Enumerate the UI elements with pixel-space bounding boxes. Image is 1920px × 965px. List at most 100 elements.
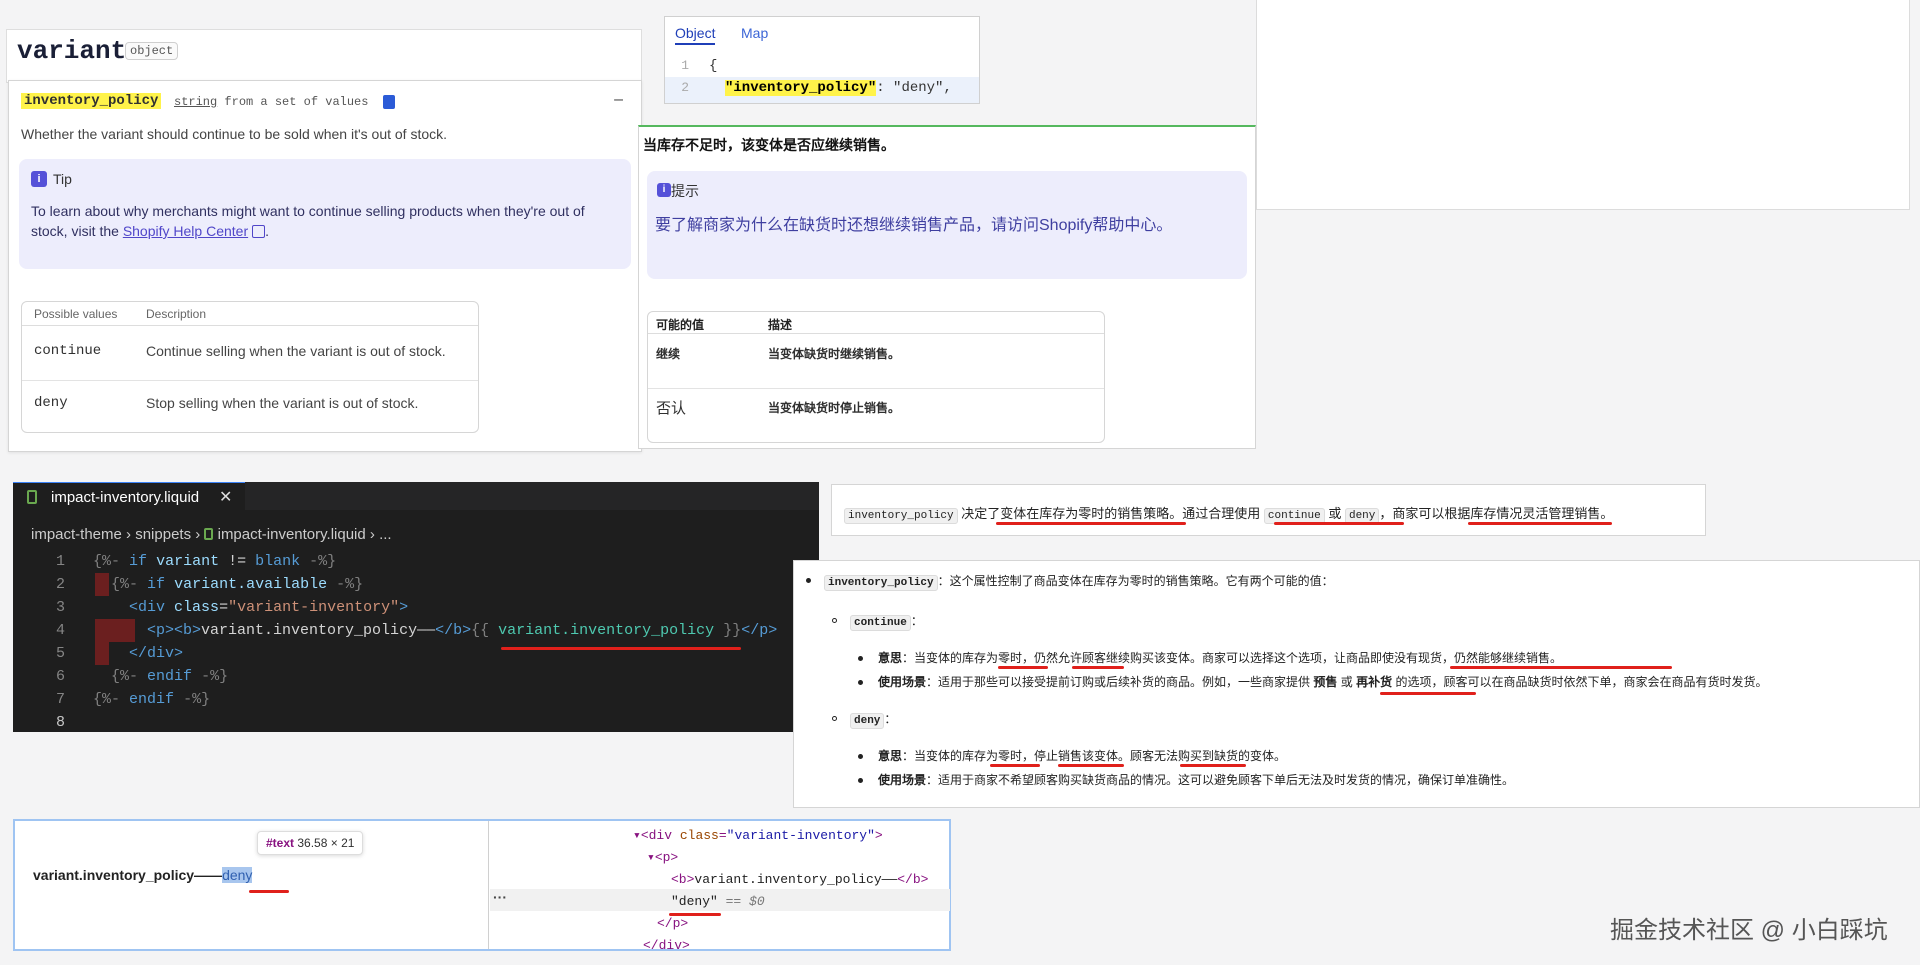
tab-map[interactable]: Map bbox=[741, 25, 768, 41]
line-gutter: 1 2 bbox=[665, 55, 695, 105]
property-type: string from a set of values bbox=[174, 95, 368, 109]
annotation-underline bbox=[1450, 666, 1672, 669]
explain-text: 的选项，顾客可以在商品缺货时依然下单，商家会在商品有货时发货。 bbox=[1395, 675, 1768, 689]
code-chip: inventory_policy bbox=[844, 508, 958, 524]
type-rest: from a set of values bbox=[224, 95, 369, 109]
json-line: "inventory_policy": "deny", bbox=[709, 77, 952, 99]
summary-strip: inventory_policy 决定了变体在库存为零时的销售策略。通过合理使用… bbox=[831, 484, 1706, 536]
object-title: variant bbox=[17, 36, 127, 66]
annotation-underline bbox=[1180, 764, 1246, 767]
explain-text: ：适用于商家不希望顾客购买缺货商品的情况。这可以避免顾客下单后无法及时发货的情况… bbox=[926, 773, 1515, 787]
docs-header: variant object bbox=[6, 29, 642, 83]
dom-node: ▾<p> bbox=[647, 850, 679, 865]
json-preview: Object Map 1 2 { "inventory_policy": "de… bbox=[664, 16, 980, 104]
code-line: <div class="variant-inventory"> bbox=[129, 599, 409, 616]
table-header: Possible values Description bbox=[22, 302, 478, 326]
property-name: inventory_policy bbox=[21, 93, 162, 109]
code-lines[interactable]: {%- if variant != blank -%} {%- if varia… bbox=[93, 550, 777, 734]
editor-tabbar: impact-inventory.liquid ✕ bbox=[13, 482, 819, 510]
copy-icon[interactable] bbox=[383, 95, 395, 109]
annotation-underline bbox=[990, 764, 1040, 767]
line-number: 4 bbox=[55, 622, 65, 639]
table-row: continue Continue selling when the varia… bbox=[22, 327, 478, 381]
sub-bullet bbox=[832, 716, 837, 721]
breadcrumb-item[interactable]: impact-theme bbox=[31, 526, 122, 543]
liquid-file-icon bbox=[204, 528, 214, 540]
info-icon: i bbox=[31, 171, 47, 187]
breadcrumb-item[interactable]: snippets bbox=[135, 526, 191, 543]
json-code: { "inventory_policy": "deny", bbox=[709, 55, 952, 99]
emphasis: 再补货 bbox=[1356, 675, 1393, 689]
translated-card: 当库存不足时，该变体是否应继续销售。 i 提示 要了解商家为什么在缺货时还想继续… bbox=[638, 125, 1256, 449]
option-heading: continue： bbox=[850, 612, 923, 631]
code-chip: inventory_policy bbox=[824, 575, 938, 591]
type-link[interactable]: string bbox=[174, 95, 217, 109]
bullet bbox=[858, 778, 863, 783]
collapse-button[interactable]: – bbox=[614, 91, 623, 109]
usage-label: 使用场景 bbox=[878, 675, 927, 689]
node-tooltip: #text 36.58 × 21 bbox=[257, 831, 364, 855]
close-icon[interactable]: ✕ bbox=[219, 487, 232, 507]
colon: ： bbox=[910, 614, 923, 628]
explain-text: ：当变体的库存为零时，停止销售该变体。顾客无法购买到缺货的变体。 bbox=[902, 749, 1287, 763]
rendered-value[interactable]: deny bbox=[222, 867, 253, 883]
rendered-prefix: variant.inventory_policy—— bbox=[33, 867, 223, 883]
tip-callout: i Tip To learn about why merchants might… bbox=[19, 159, 631, 269]
values-table: Possible values Description continue Con… bbox=[21, 301, 479, 433]
breadcrumb-item[interactable]: ... bbox=[379, 526, 392, 543]
annotation-underline bbox=[1380, 692, 1476, 695]
external-link-icon[interactable] bbox=[252, 225, 266, 238]
code-line: {%- endif -%} bbox=[93, 691, 211, 708]
summary-or: 或 bbox=[1328, 506, 1342, 521]
description-cell: 当变体缺货时继续销售。 bbox=[768, 347, 901, 361]
annotation-underline bbox=[1072, 666, 1124, 669]
summary-part: 决定了变体在库存为零时的销售策略。通过合理使用 bbox=[961, 506, 1261, 521]
liquid-file-icon bbox=[27, 490, 37, 504]
json-line: { bbox=[709, 58, 718, 74]
code-line: {%- if variant != blank -%} bbox=[93, 553, 337, 570]
code-chip: deny bbox=[850, 713, 885, 729]
explain-line: 意思：当变体的库存为零时，停止销售该变体。顾客无法购买到缺货的变体。 bbox=[878, 747, 1286, 764]
line-number: 1 bbox=[681, 58, 689, 73]
tip-title: Tip bbox=[53, 171, 72, 187]
tip-end: . bbox=[265, 223, 269, 239]
tab-impact-inventory[interactable]: impact-inventory.liquid ✕ bbox=[13, 482, 245, 510]
tab-object[interactable]: Object bbox=[675, 25, 716, 45]
code-line: </div> bbox=[129, 645, 184, 662]
bullet bbox=[858, 680, 863, 685]
description-cell: 当变体缺货时停止销售。 bbox=[768, 401, 901, 415]
breadcrumb-item[interactable]: impact-inventory.liquid bbox=[218, 526, 366, 543]
summary-part: ，商家可以根据库存情况灵活管理销售。 bbox=[1379, 506, 1614, 521]
colon: ： bbox=[884, 712, 897, 726]
annotation-underline bbox=[249, 890, 289, 893]
line-number: 5 bbox=[55, 645, 65, 662]
info-icon: i bbox=[657, 183, 671, 197]
dom-node: </p> bbox=[657, 916, 689, 931]
dom-node: </div> bbox=[643, 938, 690, 953]
emphasis: 预售 bbox=[1313, 675, 1338, 689]
bullet bbox=[806, 578, 811, 583]
devtools-panel: #text 36.58 × 21 variant.inventory_polic… bbox=[13, 819, 951, 953]
annotation-underline bbox=[669, 913, 721, 916]
dom-node: <b>variant.inventory_policy——</b> bbox=[671, 872, 929, 887]
translated-tip: i 提示 要了解商家为什么在缺货时还想继续销售产品，请访问Shopify帮助中心… bbox=[647, 171, 1247, 279]
explain-text: ：适用于那些可以接受提前订购或后续补货的商品。例如，一些商家提供 bbox=[926, 675, 1311, 689]
value-cell: 继续 bbox=[656, 347, 681, 361]
breadcrumb: impact-theme › snippets › impact-invento… bbox=[31, 526, 392, 543]
annotation-underline bbox=[1274, 522, 1404, 525]
dom-tree[interactable]: ▾<div class="variant-inventory"> ▾<p> <b>v… bbox=[505, 825, 928, 957]
meaning-label: 意思 bbox=[878, 651, 903, 665]
help-center-link[interactable]: Shopify Help Center bbox=[123, 223, 248, 239]
explain-text: ：当变体的库存为零时，仍然允许顾客继续购买该变体。商家可以选择这个选项，让商品即… bbox=[902, 651, 1563, 665]
value-cell: 否认 bbox=[656, 400, 687, 417]
explain-or: 或 bbox=[1340, 675, 1353, 689]
node-type: #text bbox=[266, 836, 295, 850]
value-cell: deny bbox=[34, 395, 68, 411]
code-line: {%- endif -%} bbox=[111, 668, 229, 685]
table-row: 否认 当变体缺货时停止销售。 bbox=[648, 389, 1104, 442]
translated-table: 可能的值 描述 继续 当变体缺货时继续销售。 否认 当变体缺货时停止销售。 bbox=[647, 311, 1105, 443]
line-number: 1 bbox=[55, 553, 65, 570]
header-values: Possible values bbox=[34, 307, 118, 321]
summary-text: inventory_policy 决定了变体在库存为零时的销售策略。通过合理使用… bbox=[844, 503, 1614, 524]
